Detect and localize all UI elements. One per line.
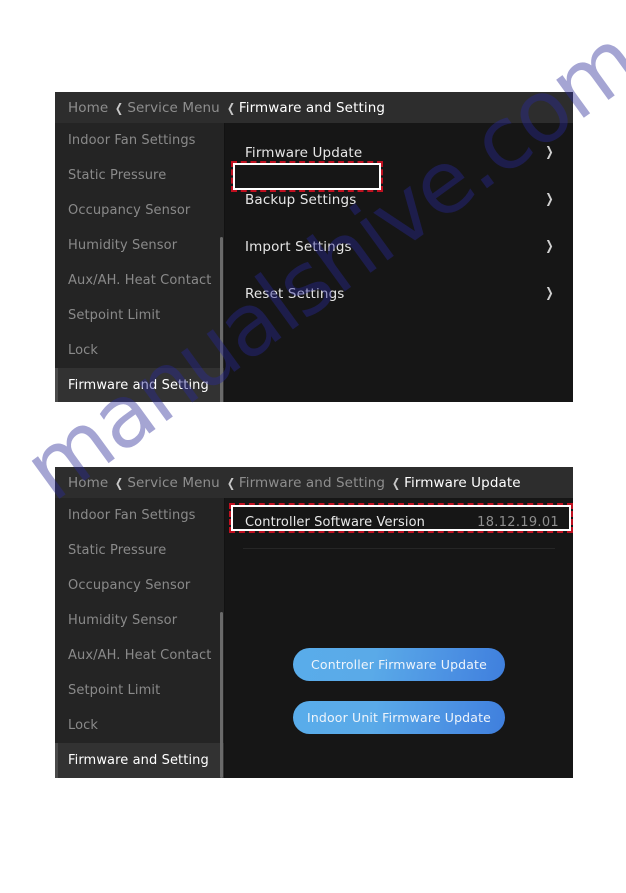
sidebar-item-firmware-and-setting[interactable]: Firmware and Setting xyxy=(55,368,225,402)
controller-software-version-row: Controller Software Version 18.12.19.01 xyxy=(225,505,573,539)
sidebar-item-lock[interactable]: Lock xyxy=(55,708,225,743)
controller-software-version-label: Controller Software Version xyxy=(245,514,426,530)
sidebar-item-label: Static Pressure xyxy=(68,543,167,558)
chevron-left-icon: ❮ xyxy=(226,475,235,490)
sidebar-item-label: Firmware and Setting xyxy=(68,753,209,768)
sidebar-item-indoor-fan-settings[interactable]: Indoor Fan Settings xyxy=(55,123,225,158)
sidebar-item-label: Setpoint Limit xyxy=(68,308,161,323)
menu-item-reset-settings[interactable]: Reset Settings ❯ xyxy=(225,270,573,317)
chevron-right-icon: ❯ xyxy=(545,239,554,254)
menu-item-label: Firmware Update xyxy=(245,144,363,161)
sidebar-item-label: Lock xyxy=(68,343,99,358)
chevron-right-icon: ❯ xyxy=(545,192,554,207)
sidebar-item-label: Setpoint Limit xyxy=(68,683,161,698)
breadcrumb-item-service-menu[interactable]: Service Menu xyxy=(127,475,219,491)
sidebar-item-label: Occupancy Sensor xyxy=(68,203,191,218)
chevron-left-icon: ❮ xyxy=(115,475,124,490)
content-area: Controller Software Version 18.12.19.01 … xyxy=(225,498,573,778)
chevron-right-icon: ❯ xyxy=(545,145,554,160)
sidebar-item-label: Lock xyxy=(68,718,99,733)
breadcrumb-item-firmware-and-setting[interactable]: Firmware and Setting xyxy=(239,475,385,491)
sidebar-item-label: Aux/AH. Heat Contact xyxy=(68,648,212,663)
sidebar: Indoor Fan Settings Static Pressure Occu… xyxy=(55,498,225,778)
sidebar-item-label: Humidity Sensor xyxy=(68,613,178,628)
menu-item-label: Reset Settings xyxy=(245,285,345,302)
sidebar-item-label: Indoor Fan Settings xyxy=(68,508,196,523)
sidebar-item-aux-ah-heat-contact[interactable]: Aux/AH. Heat Contact xyxy=(55,263,225,298)
menu-item-label: Import Settings xyxy=(245,238,352,255)
breadcrumb: Home ❮ Service Menu ❮ Firmware and Setti… xyxy=(55,467,573,498)
menu-item-backup-settings[interactable]: Backup Settings ❯ xyxy=(225,176,573,223)
sidebar-item-label: Indoor Fan Settings xyxy=(68,133,196,148)
menu-item-import-settings[interactable]: Import Settings ❯ xyxy=(225,223,573,270)
controller-software-version-value: 18.12.19.01 xyxy=(477,514,559,530)
chevron-right-icon: ❯ xyxy=(545,286,554,301)
panel-body: Indoor Fan Settings Static Pressure Occu… xyxy=(55,123,573,402)
chevron-left-icon: ❮ xyxy=(392,475,401,490)
sidebar-item-humidity-sensor[interactable]: Humidity Sensor xyxy=(55,228,225,263)
panel-body: Indoor Fan Settings Static Pressure Occu… xyxy=(55,498,573,778)
sidebar-item-label: Humidity Sensor xyxy=(68,238,178,253)
sidebar-scrollbar[interactable] xyxy=(220,612,223,778)
firmware-action-buttons: Controller Firmware Update Indoor Unit F… xyxy=(225,648,573,734)
breadcrumb-item-firmware-and-setting[interactable]: Firmware and Setting xyxy=(239,100,385,116)
sidebar-scrollbar[interactable] xyxy=(220,237,223,402)
sidebar-item-occupancy-sensor[interactable]: Occupancy Sensor xyxy=(55,568,225,603)
sidebar-item-lock[interactable]: Lock xyxy=(55,333,225,368)
indoor-unit-firmware-update-button[interactable]: Indoor Unit Firmware Update xyxy=(293,701,505,734)
sidebar-item-setpoint-limit[interactable]: Setpoint Limit xyxy=(55,673,225,708)
sidebar-item-aux-ah-heat-contact[interactable]: Aux/AH. Heat Contact xyxy=(55,638,225,673)
panel-firmware-update: Home ❮ Service Menu ❮ Firmware and Setti… xyxy=(55,467,573,778)
page-root: Home ❮ Service Menu ❮ Firmware and Setti… xyxy=(0,0,626,893)
menu-item-label: Backup Settings xyxy=(245,191,357,208)
row-divider xyxy=(243,548,555,549)
chevron-left-icon: ❮ xyxy=(115,100,124,115)
chevron-left-icon: ❮ xyxy=(226,100,235,115)
breadcrumb: Home ❮ Service Menu ❮ Firmware and Setti… xyxy=(55,92,573,123)
sidebar-item-static-pressure[interactable]: Static Pressure xyxy=(55,533,225,568)
sidebar-item-label: Occupancy Sensor xyxy=(68,578,191,593)
content-area: Firmware Update ❯ Backup Settings ❯ Impo… xyxy=(225,123,573,402)
sidebar-item-firmware-and-setting[interactable]: Firmware and Setting xyxy=(55,743,225,778)
sidebar-item-setpoint-limit[interactable]: Setpoint Limit xyxy=(55,298,225,333)
panel-firmware-and-setting: Home ❮ Service Menu ❮ Firmware and Setti… xyxy=(55,92,573,402)
breadcrumb-item-service-menu[interactable]: Service Menu xyxy=(127,100,219,116)
sidebar-item-label: Firmware and Setting xyxy=(68,378,209,393)
settings-menu-list: Firmware Update ❯ Backup Settings ❯ Impo… xyxy=(225,123,573,317)
sidebar-item-indoor-fan-settings[interactable]: Indoor Fan Settings xyxy=(55,498,225,533)
sidebar: Indoor Fan Settings Static Pressure Occu… xyxy=(55,123,225,402)
breadcrumb-item-firmware-update[interactable]: Firmware Update xyxy=(404,475,521,491)
breadcrumb-item-home[interactable]: Home xyxy=(68,100,108,116)
menu-item-firmware-update[interactable]: Firmware Update ❯ xyxy=(225,129,573,176)
sidebar-item-occupancy-sensor[interactable]: Occupancy Sensor xyxy=(55,193,225,228)
sidebar-item-humidity-sensor[interactable]: Humidity Sensor xyxy=(55,603,225,638)
sidebar-item-static-pressure[interactable]: Static Pressure xyxy=(55,158,225,193)
sidebar-item-label: Static Pressure xyxy=(68,168,167,183)
sidebar-item-label: Aux/AH. Heat Contact xyxy=(68,273,212,288)
controller-firmware-update-button[interactable]: Controller Firmware Update xyxy=(293,648,505,681)
breadcrumb-item-home[interactable]: Home xyxy=(68,475,108,491)
